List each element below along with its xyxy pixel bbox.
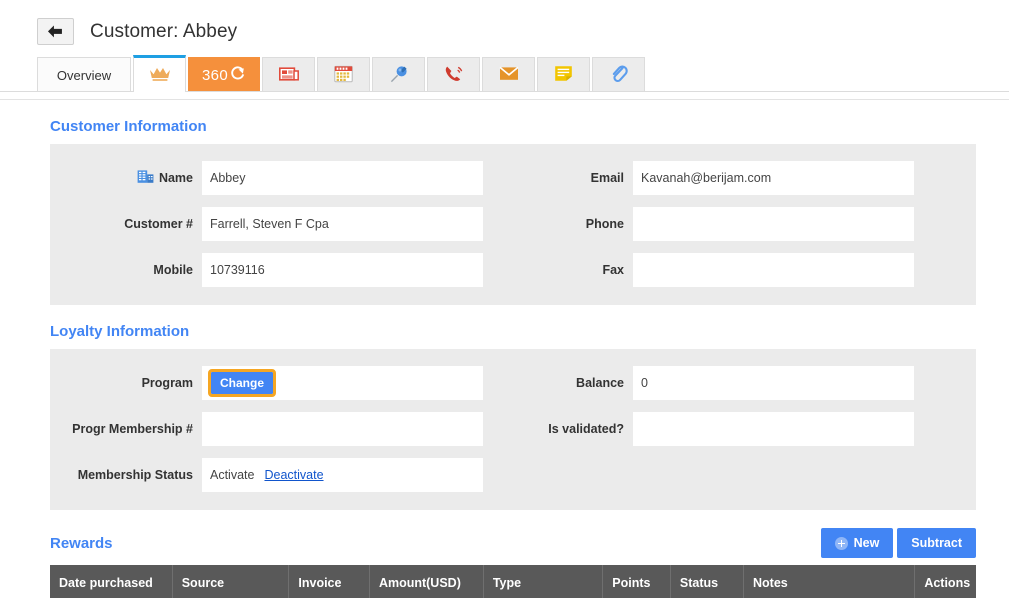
tab-notes[interactable]: [537, 57, 590, 92]
pushpin-icon: [389, 64, 409, 87]
program-change-button[interactable]: Change: [207, 369, 277, 397]
tab-overview[interactable]: Overview: [37, 57, 131, 92]
field-row: Fax: [513, 247, 976, 293]
mobile-input[interactable]: [202, 253, 483, 287]
subtract-reward-button-label: Subtract: [911, 536, 962, 550]
membership-status-activate-text: Activate: [210, 468, 255, 482]
membership-status-deactivate-link[interactable]: Deactivate: [264, 468, 323, 482]
program-field: Change: [202, 366, 483, 400]
customer-number-input[interactable]: [202, 207, 483, 241]
tab-360-label: 360: [202, 66, 228, 84]
field-row: Name: [50, 155, 513, 201]
mobile-label: Mobile: [153, 263, 193, 277]
refresh-circle-icon: [229, 65, 246, 86]
rewards-header: Rewards New Subtract: [50, 528, 976, 558]
calendar-icon: [334, 65, 353, 86]
tab-calendar[interactable]: [317, 57, 370, 92]
program-membership-number-label: Progr Membership #: [72, 422, 193, 436]
field-row-spacer: [513, 452, 976, 498]
column-header-invoice[interactable]: Invoice: [288, 565, 370, 598]
plus-circle-icon: [834, 536, 848, 550]
page-header: Customer: Abbey: [0, 0, 1009, 52]
envelope-icon: [498, 66, 519, 84]
tab-pinned[interactable]: [372, 57, 425, 92]
name-label-text: Name: [158, 171, 193, 185]
membership-status-field: Activate Deactivate: [202, 458, 483, 492]
field-row: Program Change: [50, 360, 513, 406]
is-validated-input[interactable]: [633, 412, 914, 446]
column-header-amount-usd[interactable]: Amount(USD): [369, 565, 484, 598]
column-header-date-purchased[interactable]: Date purchased: [50, 565, 173, 598]
name-label: Name: [50, 169, 202, 187]
subtract-reward-button[interactable]: Subtract: [897, 528, 976, 558]
phone-ringing-icon: [444, 65, 464, 86]
column-header-notes[interactable]: Notes: [743, 565, 916, 598]
main-content: Customer Information Name Abbey Customer…: [0, 118, 1009, 598]
tab-loyalty[interactable]: [133, 55, 186, 92]
email-input[interactable]: [633, 161, 914, 195]
program-label: Program: [141, 376, 193, 390]
field-row: Mobile: [50, 247, 513, 293]
crown-icon: [149, 66, 171, 85]
customer-information-panel: Name Customer # Mobile Email Phone: [50, 144, 976, 305]
customer-information-title: Customer Information: [50, 118, 207, 135]
phone-input[interactable]: [633, 207, 914, 241]
rewards-title: Rewards: [50, 534, 113, 552]
column-header-type[interactable]: Type: [483, 565, 604, 598]
newspaper-icon: [278, 66, 299, 85]
tab-bar: Overview 360: [0, 52, 1009, 92]
column-header-source[interactable]: Source: [172, 565, 290, 598]
tab-360[interactable]: 360: [188, 57, 260, 92]
tab-calls[interactable]: [427, 57, 480, 92]
back-button[interactable]: [37, 18, 74, 45]
balance-input[interactable]: [633, 366, 914, 400]
new-reward-button-label: New: [853, 536, 880, 550]
membership-status-label: Membership Status: [77, 468, 193, 482]
field-row: Phone: [513, 201, 976, 247]
building-icon: [137, 169, 154, 187]
phone-label: Phone: [585, 217, 624, 231]
loyalty-information-title: Loyalty Information: [50, 323, 190, 340]
fax-label: Fax: [602, 263, 624, 277]
field-row: Membership Status Activate Deactivate: [50, 452, 513, 498]
loyalty-information-panel: Program Change Progr Membership # Member…: [50, 349, 976, 510]
tab-email[interactable]: [482, 57, 535, 92]
fax-input[interactable]: [633, 253, 914, 287]
paperclip-icon: [610, 64, 628, 87]
field-row: Is validated?: [513, 406, 976, 452]
field-row: Progr Membership #: [50, 406, 513, 452]
field-row: Balance: [513, 360, 976, 406]
customer-number-label: Customer #: [124, 217, 193, 231]
column-header-points[interactable]: Points: [602, 565, 671, 598]
rewards-table-header-row: Date purchased Source Invoice Amount(USD…: [50, 565, 976, 598]
is-validated-label: Is validated?: [548, 422, 624, 436]
rewards-table: Date purchased Source Invoice Amount(USD…: [50, 565, 976, 598]
field-row: Customer #: [50, 201, 513, 247]
program-membership-number-input[interactable]: [202, 412, 483, 446]
tab-attachments[interactable]: [592, 57, 645, 92]
email-label: Email: [590, 171, 624, 185]
name-input[interactable]: [202, 161, 483, 195]
new-reward-button[interactable]: New: [820, 528, 894, 558]
tab-overview-label: Overview: [56, 67, 112, 83]
page-title: Customer: Abbey: [90, 20, 238, 42]
back-arrow-icon: [47, 25, 64, 38]
balance-label: Balance: [576, 376, 624, 390]
notes-icon: [554, 65, 573, 85]
column-header-actions[interactable]: Actions: [914, 565, 976, 598]
header-divider: [0, 99, 1009, 100]
tab-news[interactable]: [262, 57, 315, 92]
column-header-status[interactable]: Status: [670, 565, 745, 598]
field-row: Email: [513, 155, 976, 201]
